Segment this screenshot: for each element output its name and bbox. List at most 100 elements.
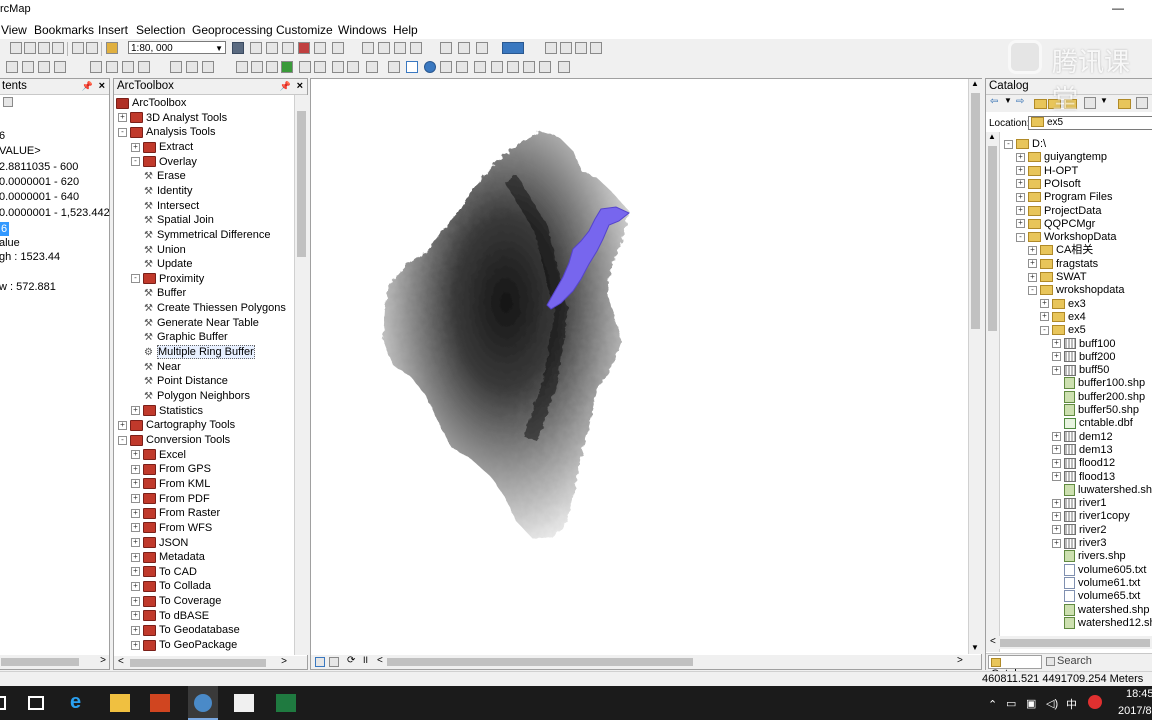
edit-dim-icon[interactable]: [202, 61, 214, 73]
catalog-item-cntable-dbf[interactable]: cntable.dbf: [1064, 416, 1133, 430]
toolbox-item-from-gps[interactable]: + From GPS: [131, 462, 211, 476]
menu-customize[interactable]: Customize: [276, 23, 333, 37]
expand-icon[interactable]: +: [1016, 219, 1025, 229]
edit-tool-icon[interactable]: [6, 61, 18, 73]
expand-icon[interactable]: +: [131, 406, 140, 416]
toolbox-item-update[interactable]: ⚒ Update: [144, 257, 192, 271]
catalog-item-river2[interactable]: + river2: [1052, 523, 1107, 537]
undo-icon[interactable]: [72, 42, 84, 54]
pin-icon[interactable]: 📌: [280, 79, 291, 94]
go-to-xy-icon[interactable]: [523, 61, 535, 73]
layout6-icon[interactable]: [575, 42, 587, 54]
toolbox-item-statistics[interactable]: + Statistics: [131, 404, 203, 418]
catalog-item-buff200[interactable]: + buff200: [1052, 350, 1116, 364]
expand-icon[interactable]: +: [131, 142, 140, 152]
expand-icon[interactable]: +: [1016, 152, 1025, 162]
notification-icon[interactable]: ⌃: [988, 698, 997, 711]
map-view[interactable]: ▲ ▼ ⟳ II < >: [310, 78, 982, 670]
expand-icon[interactable]: +: [1052, 458, 1061, 468]
expand-icon[interactable]: +: [1028, 272, 1037, 282]
fixed-zoom-out-icon[interactable]: [314, 61, 326, 73]
color-swatch-icon[interactable]: [502, 42, 524, 54]
hyperlink-icon[interactable]: [440, 61, 452, 73]
forward-extent-icon[interactable]: [347, 61, 359, 73]
expand-icon[interactable]: +: [1028, 245, 1037, 255]
expand-icon[interactable]: +: [131, 479, 140, 489]
catalog-item-swat[interactable]: + SWAT: [1028, 270, 1087, 284]
snap4-icon[interactable]: [410, 42, 422, 54]
expand-icon[interactable]: +: [1040, 312, 1049, 322]
catalog-item-volume65-txt[interactable]: volume65.txt: [1064, 589, 1140, 603]
expand-icon[interactable]: +: [131, 596, 140, 606]
expand-icon[interactable]: +: [1052, 511, 1061, 521]
catalog-item-fragstats[interactable]: + fragstats: [1028, 257, 1098, 271]
map-scale-select[interactable]: 1:80, 000 ▼: [128, 41, 226, 54]
toolbox-item-conversion-tools[interactable]: - Conversion Tools: [118, 433, 230, 447]
toolbox-item-metadata[interactable]: + Metadata: [131, 550, 205, 564]
menu-windows[interactable]: Windows: [338, 23, 387, 37]
catalog-vertical-scrollbar[interactable]: ▲: [986, 132, 1000, 652]
collapse-icon[interactable]: -: [118, 435, 127, 445]
collapse-icon[interactable]: -: [118, 127, 127, 137]
identify-icon[interactable]: [424, 61, 436, 73]
data-view-icon[interactable]: [315, 657, 325, 667]
powerpoint-icon[interactable]: [150, 694, 170, 712]
expand-icon[interactable]: +: [1052, 365, 1061, 375]
clock-time[interactable]: 18:45: [1126, 688, 1152, 700]
toolbox-item-multiple-ring-buffer[interactable]: ⚙ Multiple Ring Buffer: [144, 345, 255, 360]
arctoolbox-horizontal-scrollbar[interactable]: < >: [114, 656, 307, 669]
catalog-item-dem13[interactable]: + dem13: [1052, 443, 1113, 457]
map-vertical-scrollbar[interactable]: ▲ ▼: [968, 79, 982, 654]
toolbox-item-to-cad[interactable]: + To CAD: [131, 565, 197, 579]
expand-icon[interactable]: +: [131, 494, 140, 504]
task-view-icon[interactable]: [28, 696, 44, 710]
toolbox-item-overlay[interactable]: - Overlay: [131, 155, 197, 169]
refresh-icon[interactable]: ⟳: [347, 655, 355, 666]
toolbox-item-polygon-neighbors[interactable]: ⚒ Polygon Neighbors: [144, 389, 250, 403]
catalog-window-icon[interactable]: [266, 42, 278, 54]
clear-selection-icon[interactable]: [388, 61, 400, 73]
catalog-item-d[interactable]: - D:\: [1004, 137, 1046, 151]
expand-icon[interactable]: +: [118, 420, 127, 430]
list-by-drawing-order-icon[interactable]: [3, 97, 13, 107]
pause-drawing-icon[interactable]: II: [363, 655, 368, 665]
vertex-icon[interactable]: [54, 61, 66, 73]
toolbox-item-erase[interactable]: ⚒ Erase: [144, 169, 186, 183]
toolbox-item-3d-analyst-tools[interactable]: +3D Analyst Tools: [118, 111, 227, 125]
toolbox-item-union[interactable]: ⚒ Union: [144, 243, 186, 257]
back-extent-icon[interactable]: [332, 61, 344, 73]
python-window-icon[interactable]: [314, 42, 326, 54]
toolbox-item-cartography-tools[interactable]: + Cartography Tools: [118, 418, 235, 432]
catalog-item-volume605-txt[interactable]: volume605.txt: [1064, 563, 1146, 577]
catalog-item-rivers-shp[interactable]: rivers.shp: [1064, 549, 1126, 563]
sketch-props-icon[interactable]: [138, 61, 150, 73]
catalog-item-flood13[interactable]: + flood13: [1052, 470, 1115, 484]
catalog-item-ex4[interactable]: + ex4: [1040, 310, 1086, 324]
toolbox-item-from-kml[interactable]: + From KML: [131, 477, 210, 491]
create-features-icon[interactable]: [170, 61, 182, 73]
expand-icon[interactable]: +: [1040, 299, 1049, 309]
collapse-icon[interactable]: -: [1028, 285, 1037, 295]
toolbox-item-intersect[interactable]: ⚒ Intersect: [144, 199, 199, 213]
battery-icon[interactable]: ▭: [1006, 697, 1016, 710]
back-icon[interactable]: ⇦: [990, 96, 998, 107]
catalog-item-buffer100-shp[interactable]: buffer100.shp: [1064, 376, 1145, 390]
pan-icon[interactable]: [266, 61, 278, 73]
expand-icon[interactable]: +: [1052, 432, 1061, 442]
excel-icon[interactable]: [276, 694, 296, 712]
toolbox-item-to-coverage[interactable]: + To Coverage: [131, 594, 221, 608]
expand-icon[interactable]: +: [1016, 206, 1025, 216]
catalog-item-volume61-txt[interactable]: volume61.txt: [1064, 576, 1140, 590]
layout-icon[interactable]: [440, 42, 452, 54]
menu-insert[interactable]: Insert: [98, 23, 128, 37]
toolbox-item-create-thiessen-polygons[interactable]: ⚒ Create Thiessen Polygons: [144, 301, 286, 315]
expand-icon[interactable]: +: [1052, 352, 1061, 362]
catalog-item-watershed12-sh[interactable]: watershed12.sh: [1064, 616, 1152, 630]
input-method-indicator[interactable]: 中: [1066, 696, 1077, 712]
expand-icon[interactable]: +: [1052, 538, 1061, 548]
map-horizontal-scroll-thumb[interactable]: [387, 658, 693, 666]
network-icon[interactable]: ▣: [1026, 697, 1036, 710]
menu-help[interactable]: Help: [393, 23, 418, 37]
attributes-icon[interactable]: [122, 61, 134, 73]
catalog-item-river3[interactable]: + river3: [1052, 536, 1107, 550]
